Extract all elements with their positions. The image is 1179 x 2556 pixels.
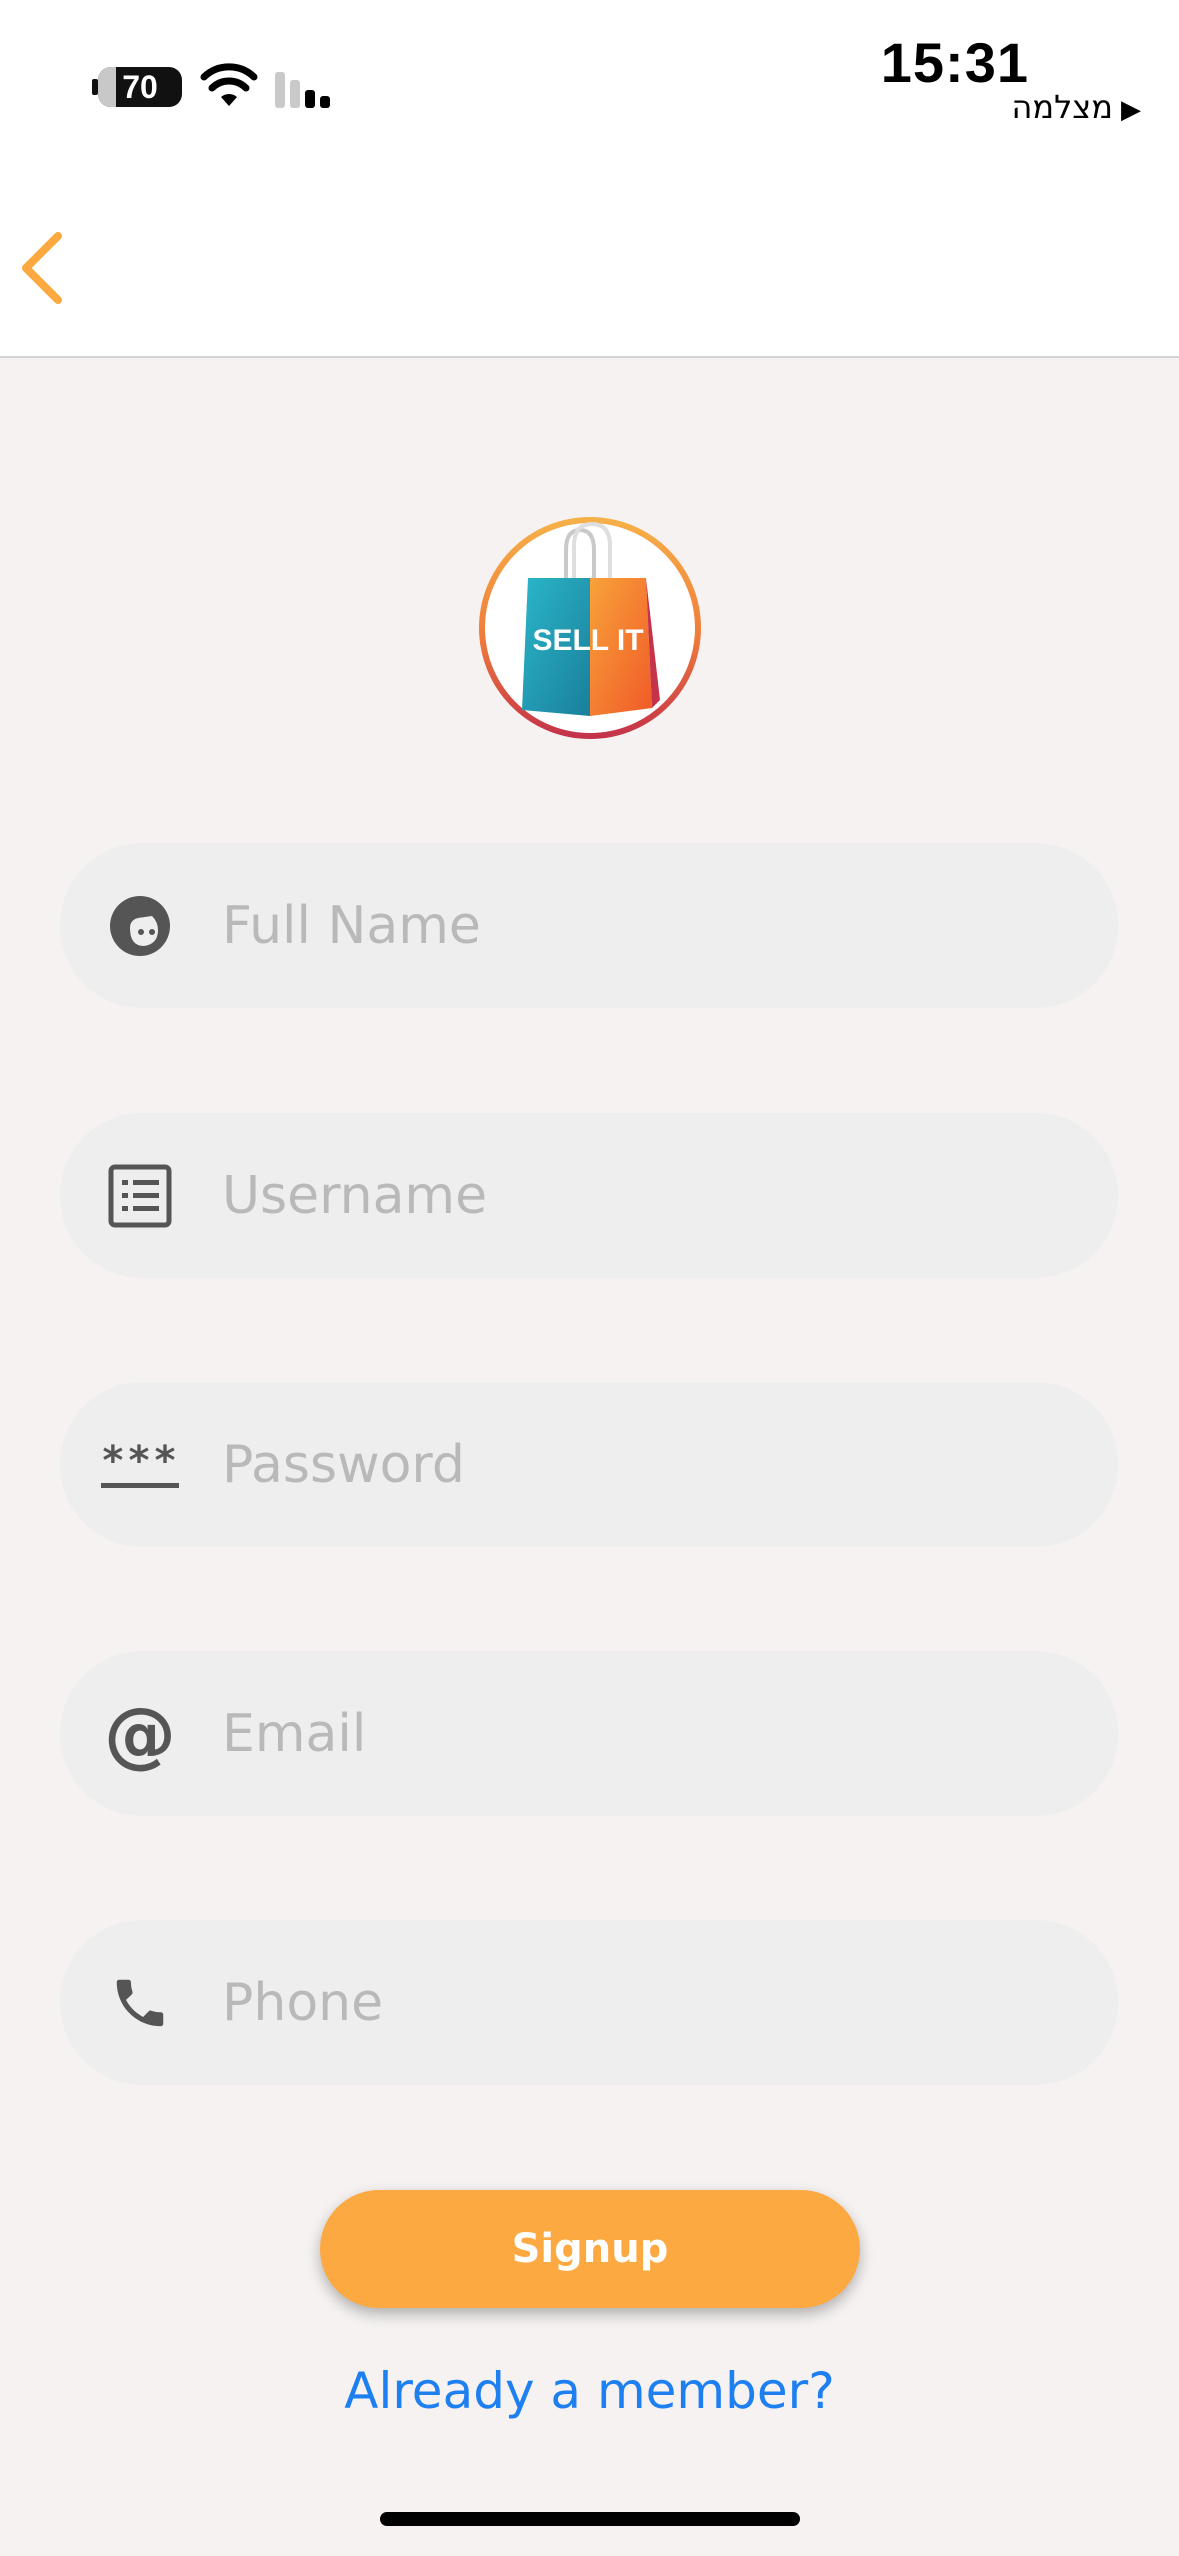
return-to-app[interactable]: מצלמה ▶ [1011, 88, 1141, 126]
logo-text: SELL IT [532, 624, 643, 657]
signup-screen: 70 15:31 מצלמה ▶ SELL IT Full Name Usern… [0, 0, 1179, 2556]
battery-cap [92, 79, 98, 95]
home-indicator[interactable] [380, 2512, 800, 2526]
email-field: @ [60, 1651, 1118, 1816]
list-icon [104, 1160, 176, 1232]
already-member-link[interactable]: Already a member? [0, 2362, 1179, 2420]
cellular-signal-icon [275, 72, 330, 108]
email-input[interactable] [222, 1651, 1082, 1816]
password-input[interactable] [222, 1382, 1082, 1547]
phone-input[interactable] [222, 1920, 1082, 2085]
wifi-icon [200, 63, 258, 106]
password-asterisks-icon: *** [100, 1429, 180, 1501]
battery-icon: 70 [98, 67, 182, 107]
battery-level: 70 [122, 69, 158, 105]
user-face-icon [104, 890, 176, 962]
chevron-left-icon [22, 232, 62, 304]
username-field [60, 1113, 1118, 1278]
back-button[interactable] [14, 226, 74, 310]
signup-button[interactable]: Signup [320, 2190, 860, 2308]
app-logo: SELL IT [479, 517, 701, 739]
full-name-input[interactable] [222, 843, 1082, 1008]
full-name-field [60, 843, 1118, 1008]
username-input[interactable] [222, 1113, 1082, 1278]
status-time: 15:31 [880, 31, 1029, 94]
return-to-app-label: מצלמה [1011, 88, 1113, 126]
play-triangle-icon: ▶ [1121, 95, 1141, 125]
phone-field [60, 1920, 1118, 2085]
at-sign-icon: @ [104, 1691, 176, 1776]
password-field: *** [60, 1382, 1118, 1547]
top-bar: 70 15:31 מצלמה ▶ [0, 0, 1179, 358]
phone-icon [104, 1967, 176, 2039]
